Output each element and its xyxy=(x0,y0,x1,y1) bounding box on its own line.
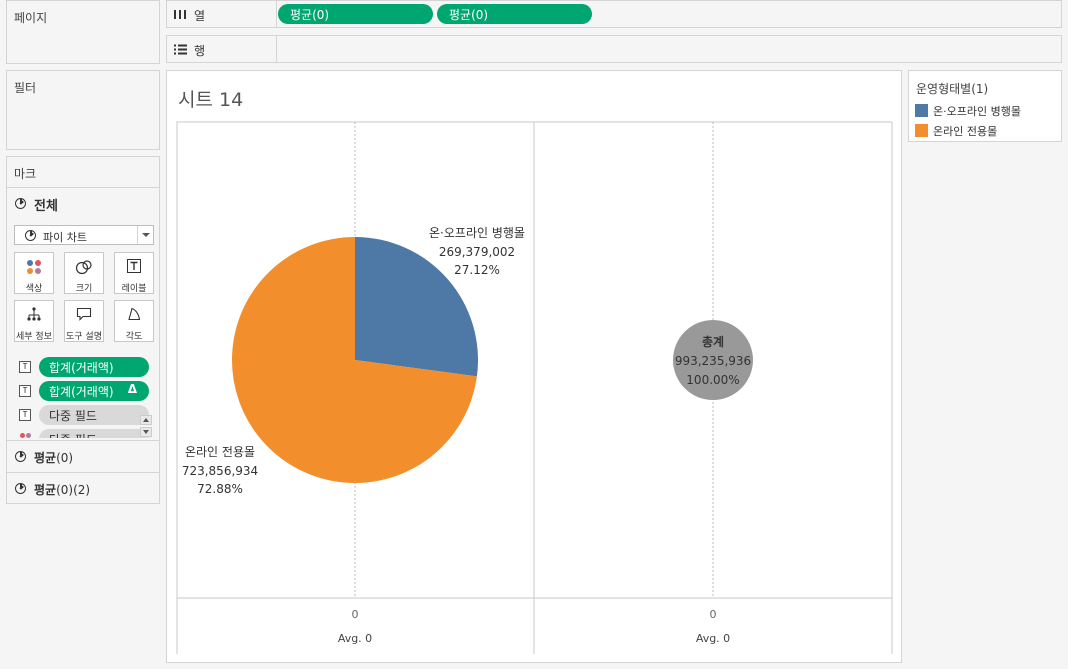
field-row-label-2[interactable]: T 합계(거래액) Δ xyxy=(19,381,154,401)
label-button[interactable]: 레이블 xyxy=(114,252,154,294)
size-button-label: 크기 xyxy=(75,284,93,294)
total-percent-label: 100.00% xyxy=(686,373,739,387)
slice-percent-label: 27.12% xyxy=(454,263,500,277)
field-pill-sum-amount[interactable]: 합계(거래액) xyxy=(39,357,149,377)
layer-suffix: (0)(2) xyxy=(56,483,91,497)
total-value-label: 993,235,936 xyxy=(675,354,751,368)
rows-shelf-label: 행 xyxy=(167,36,277,62)
color-dot-icon xyxy=(26,433,31,438)
pie-chart-svg[interactable]: 0 Avg. 0 0 Avg. 0 온·오프라인 병행몰 269,379,002 27.12… xyxy=(167,71,901,662)
angle-button-label: 각도 xyxy=(125,332,143,342)
x-axis-label: Avg. 0 xyxy=(696,632,730,645)
total-category-label: 총계 xyxy=(702,334,724,349)
pie-mark-icon xyxy=(25,230,36,241)
label-t-icon xyxy=(115,259,153,281)
pages-card[interactable]: 페이지 xyxy=(6,0,160,64)
slice-percent-label: 72.88% xyxy=(197,482,243,496)
field-row-label-1[interactable]: T 합계(거래액) xyxy=(19,357,154,377)
marks-title: 마크 xyxy=(14,167,37,181)
rows-shelf[interactable]: 행 xyxy=(166,35,1062,63)
label-t-icon: T xyxy=(19,361,31,373)
legend-item-online-only[interactable]: 온라인 전용몰 xyxy=(915,123,1055,139)
layer-name: 평균 xyxy=(34,451,57,465)
pie-mark-icon xyxy=(15,451,26,462)
color-legend[interactable]: 운영형태별(1) 온·오프라인 병행몰 온라인 전용몰 xyxy=(908,70,1062,142)
scroll-down-button[interactable] xyxy=(140,427,152,437)
label-t-icon: T xyxy=(19,409,31,421)
color-dot-icon xyxy=(20,433,25,438)
color-dots-icon xyxy=(15,259,53,281)
layer-label: 평균(0)(2) xyxy=(34,481,90,498)
field-row-label-3[interactable]: T 다중 필드 xyxy=(19,405,154,425)
delta-icon: Δ xyxy=(127,382,137,396)
marks-layer-all[interactable]: 전체 xyxy=(7,187,159,219)
marks-layer-avg-1[interactable]: 평균(0) xyxy=(7,440,159,472)
pie-mark-icon xyxy=(15,483,26,494)
viz-area[interactable]: 시트 14 0 Avg. 0 0 Avg. 0 온·오프라인 병행몰 269,379,00… xyxy=(166,70,902,663)
color-button[interactable]: 색상 xyxy=(14,252,54,294)
mark-type-label: 파이 차트 xyxy=(43,231,87,244)
field-row-color[interactable]: 다중 필드 xyxy=(19,429,154,438)
marks-card: 마크 전체 파이 차트 색상 크기 레이블 세부 정보 도구 설명 각도 T 합… xyxy=(6,156,160,504)
x-tick-label: 0 xyxy=(710,608,717,621)
slice-value-label: 723,856,934 xyxy=(182,464,258,478)
marks-all-label: 전체 xyxy=(34,199,58,214)
size-circles-icon xyxy=(65,259,103,281)
columns-label: 열 xyxy=(194,9,206,23)
mark-type-dropdown[interactable]: 파이 차트 xyxy=(14,225,154,245)
x-tick-label: 0 xyxy=(352,608,359,621)
legend-title: 운영형태별(1) xyxy=(916,82,989,96)
scroll-up-button[interactable] xyxy=(140,415,152,425)
label-button-label: 레이블 xyxy=(121,284,147,294)
pages-title: 페이지 xyxy=(14,11,48,25)
layer-name: 평균 xyxy=(34,483,57,497)
tooltip-button-label: 도구 설명 xyxy=(66,332,102,342)
rows-label: 행 xyxy=(194,44,206,58)
legend-swatch xyxy=(915,124,928,137)
legend-label: 온·오프라인 병행몰 xyxy=(933,105,1021,118)
label-t-icon: T xyxy=(19,385,31,397)
legend-label: 온라인 전용몰 xyxy=(933,125,998,138)
columns-pill-avg-1[interactable]: 평균(0) xyxy=(278,4,433,24)
layer-suffix: (0) xyxy=(56,451,74,465)
tooltip-button[interactable]: 도구 설명 xyxy=(64,300,104,342)
x-axis-label: Avg. 0 xyxy=(338,632,372,645)
color-button-label: 색상 xyxy=(25,284,43,294)
columns-shelf[interactable]: 열 평균(0) 평균(0) xyxy=(166,0,1062,28)
field-pill-text: 합계(거래액) xyxy=(49,385,114,399)
detail-button[interactable]: 세부 정보 xyxy=(14,300,54,342)
slice-category-label: 온라인 전용몰 xyxy=(185,445,255,459)
tooltip-speech-icon xyxy=(65,307,103,329)
rows-icon xyxy=(174,44,188,58)
filters-title: 필터 xyxy=(14,81,37,95)
detail-button-label: 세부 정보 xyxy=(16,332,52,342)
field-pill-multi-field[interactable]: 다중 필드 xyxy=(39,429,149,438)
field-pill-sum-amount-delta[interactable]: 합계(거래액) Δ xyxy=(39,381,149,401)
columns-shelf-label: 열 xyxy=(167,1,277,27)
marks-layer-avg-2[interactable]: 평균(0)(2) xyxy=(7,472,159,504)
filters-card[interactable]: 필터 xyxy=(6,70,160,150)
layer-label: 평균(0) xyxy=(34,449,73,466)
size-button[interactable]: 크기 xyxy=(64,252,104,294)
angle-button[interactable]: 각도 xyxy=(114,300,154,342)
field-pill-multi-field[interactable]: 다중 필드 xyxy=(39,405,149,425)
legend-swatch xyxy=(915,104,928,117)
legend-item-online-offline[interactable]: 온·오프라인 병행몰 xyxy=(915,103,1055,119)
chevron-down-icon[interactable] xyxy=(137,226,153,244)
columns-icon xyxy=(174,9,188,23)
columns-pill-avg-2[interactable]: 평균(0) xyxy=(437,4,592,24)
detail-tree-icon xyxy=(15,307,53,329)
slice-category-label: 온·오프라인 병행몰 xyxy=(429,225,525,240)
slice-value-label: 269,379,002 xyxy=(439,245,515,259)
angle-icon xyxy=(115,307,153,329)
pie-mark-icon xyxy=(15,198,26,209)
